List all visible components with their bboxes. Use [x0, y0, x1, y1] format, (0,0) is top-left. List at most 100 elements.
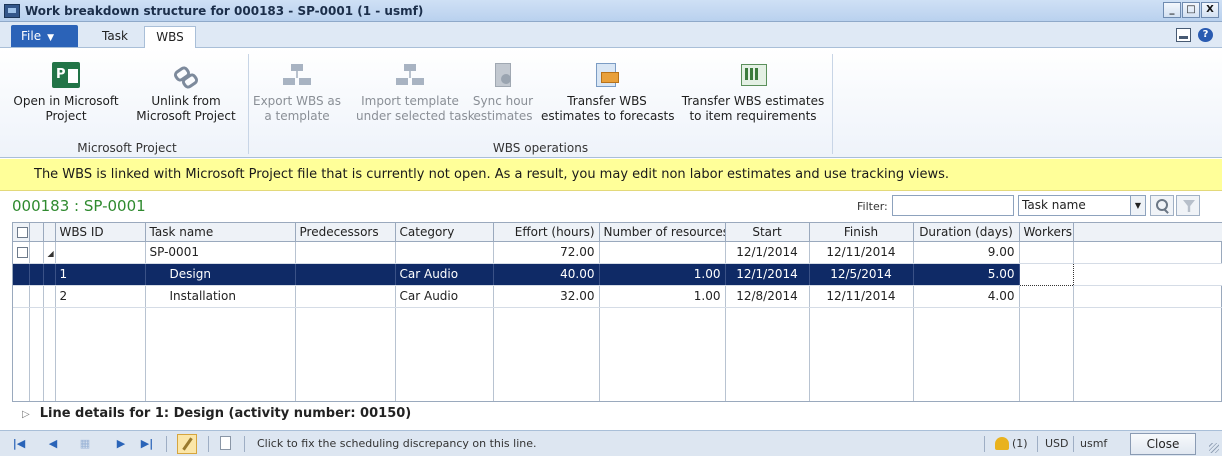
col-header-finish[interactable]: Finish: [809, 223, 914, 242]
row-filler: [1073, 263, 1222, 286]
first-record-icon[interactable]: |◀: [12, 437, 26, 450]
cell-predecessors[interactable]: [295, 241, 396, 264]
cell-category[interactable]: Car Audio: [395, 285, 494, 308]
open-in-project-label: Open in Microsoft Project: [13, 94, 119, 123]
document-icon[interactable]: [220, 436, 231, 450]
cell-task-name[interactable]: Installation: [145, 285, 296, 308]
export-wbs-button[interactable]: Export WBS as a template: [252, 48, 342, 124]
window-title: Work breakdown structure for 000183 - SP…: [25, 3, 424, 18]
tab-task[interactable]: Task: [90, 26, 140, 48]
open-in-project-button[interactable]: P Open in Microsoft Project: [10, 48, 122, 124]
export-tree-icon: [283, 62, 311, 88]
table-row[interactable]: ◢ SP-0001 72.00 12/1/2014 12/11/2014 9.0…: [13, 241, 1222, 264]
col-header-task-name[interactable]: Task name: [145, 223, 296, 242]
col-header-predecessors[interactable]: Predecessors: [295, 223, 396, 242]
cell-start[interactable]: 12/1/2014: [725, 241, 810, 264]
cell-resources[interactable]: [599, 241, 726, 264]
alerts-count[interactable]: (1): [1012, 437, 1028, 450]
table-row[interactable]: 2 Installation Car Audio 32.00 1.00 12/8…: [13, 285, 1222, 308]
import-template-button[interactable]: Import template under selected task: [356, 48, 475, 124]
file-tab[interactable]: File ▼: [11, 25, 78, 47]
close-window-button[interactable]: X: [1201, 2, 1219, 18]
cell-workers-focused[interactable]: [1018, 262, 1074, 286]
filter-field-value: Task name: [1022, 198, 1086, 212]
cell-effort[interactable]: 40.00: [493, 263, 600, 286]
transfer-items-button[interactable]: Transfer WBS estimates to item requireme…: [677, 48, 829, 124]
unlink-project-button[interactable]: Unlink from Microsoft Project: [128, 48, 244, 124]
transfer-forecasts-button[interactable]: Transfer WBS estimates to forecasts: [541, 48, 675, 124]
next-record-icon[interactable]: ▶: [114, 437, 128, 450]
maximize-button[interactable]: □: [1182, 2, 1200, 18]
col-header-effort[interactable]: Effort (hours): [493, 223, 600, 242]
row-spacer: [43, 263, 56, 286]
currency-label[interactable]: USD: [1045, 437, 1069, 450]
search-icon[interactable]: [1150, 195, 1174, 216]
table-row-selected[interactable]: 1 Design Car Audio 40.00 1.00 12/1/2014 …: [13, 262, 1222, 286]
resize-grip-icon[interactable]: [1209, 443, 1219, 453]
cell-wbs-id[interactable]: 2: [55, 285, 146, 308]
status-message[interactable]: Click to fix the scheduling discrepancy …: [257, 437, 537, 450]
last-record-icon[interactable]: ▶|: [140, 437, 154, 450]
collapse-icon[interactable]: ◢: [43, 241, 56, 264]
unlink-project-label: Unlink from Microsoft Project: [136, 94, 236, 123]
bell-icon[interactable]: [995, 437, 1009, 450]
row-filler: [1073, 285, 1222, 308]
select-all-checkbox[interactable]: [13, 223, 30, 242]
cell-effort[interactable]: 32.00: [493, 285, 600, 308]
transfer-items-icon: [739, 62, 767, 88]
cell-start[interactable]: 12/8/2014: [725, 285, 810, 308]
col-header-category[interactable]: Category: [395, 223, 494, 242]
cell-finish[interactable]: 12/5/2014: [809, 263, 914, 286]
group-label-microsoft-project: Microsoft Project: [77, 141, 177, 155]
close-button[interactable]: Close: [1130, 433, 1196, 455]
col-header-start[interactable]: Start: [725, 223, 810, 242]
cell-duration[interactable]: 4.00: [913, 285, 1020, 308]
tab-wbs[interactable]: WBS: [144, 26, 196, 48]
transfer-forecast-icon: [593, 62, 621, 88]
ribbon-tabs: File ▼ Task WBS ?: [0, 22, 1222, 48]
col-header-workers[interactable]: Workers: [1019, 223, 1074, 242]
cell-predecessors[interactable]: [295, 285, 396, 308]
cell-resources[interactable]: 1.00: [599, 263, 726, 286]
cell-wbs-id[interactable]: [55, 241, 146, 264]
cell-predecessors[interactable]: [295, 263, 396, 286]
cell-workers[interactable]: [1019, 285, 1074, 308]
cell-wbs-id[interactable]: 1: [55, 263, 146, 286]
row-checkbox[interactable]: [13, 263, 30, 286]
group-label-wbs-operations: WBS operations: [492, 141, 589, 155]
help-icon[interactable]: ?: [1198, 28, 1213, 42]
filter-label: Filter:: [857, 200, 888, 213]
company-label[interactable]: usmf: [1080, 437, 1107, 450]
col-header-wbs-id[interactable]: WBS ID: [55, 223, 146, 242]
row-checkbox[interactable]: [13, 285, 30, 308]
filter-field-select[interactable]: Task name ▼: [1018, 195, 1146, 216]
previous-record-icon[interactable]: ◀: [46, 437, 60, 450]
cell-duration[interactable]: 9.00: [913, 241, 1020, 264]
cell-finish[interactable]: 12/11/2014: [809, 285, 914, 308]
row-checkbox[interactable]: [13, 241, 30, 264]
header-filler: [1073, 223, 1222, 242]
cell-finish[interactable]: 12/11/2014: [809, 241, 914, 264]
cell-category[interactable]: Car Audio: [395, 263, 494, 286]
cell-task-name[interactable]: SP-0001: [145, 241, 296, 264]
header-spacer: [29, 223, 44, 242]
grid-view-icon[interactable]: ▦: [78, 437, 92, 450]
cell-duration[interactable]: 5.00: [913, 263, 1020, 286]
export-wbs-label: Export WBS as a template: [252, 94, 342, 123]
sync-hour-button[interactable]: Sync hour estimates: [466, 48, 540, 124]
status-bar: |◀ ◀ ▦ ▶ ▶| Click to fix the scheduling …: [0, 430, 1222, 456]
edit-mode-icon[interactable]: [177, 434, 197, 454]
cell-resources[interactable]: 1.00: [599, 285, 726, 308]
filter-input[interactable]: [892, 195, 1014, 216]
cell-category[interactable]: [395, 241, 494, 264]
col-header-duration[interactable]: Duration (days): [913, 223, 1020, 242]
col-header-resources[interactable]: Number of resources: [599, 223, 726, 242]
cell-workers[interactable]: [1019, 241, 1074, 264]
layout-icon[interactable]: [1176, 28, 1191, 42]
clear-filter-icon[interactable]: [1176, 195, 1200, 216]
cell-effort[interactable]: 72.00: [493, 241, 600, 264]
line-details-toggle[interactable]: ▷ Line details for 1: Design (activity nu…: [22, 404, 411, 424]
cell-start[interactable]: 12/1/2014: [725, 263, 810, 286]
minimize-button[interactable]: _: [1163, 2, 1181, 18]
cell-task-name[interactable]: Design: [145, 263, 296, 286]
